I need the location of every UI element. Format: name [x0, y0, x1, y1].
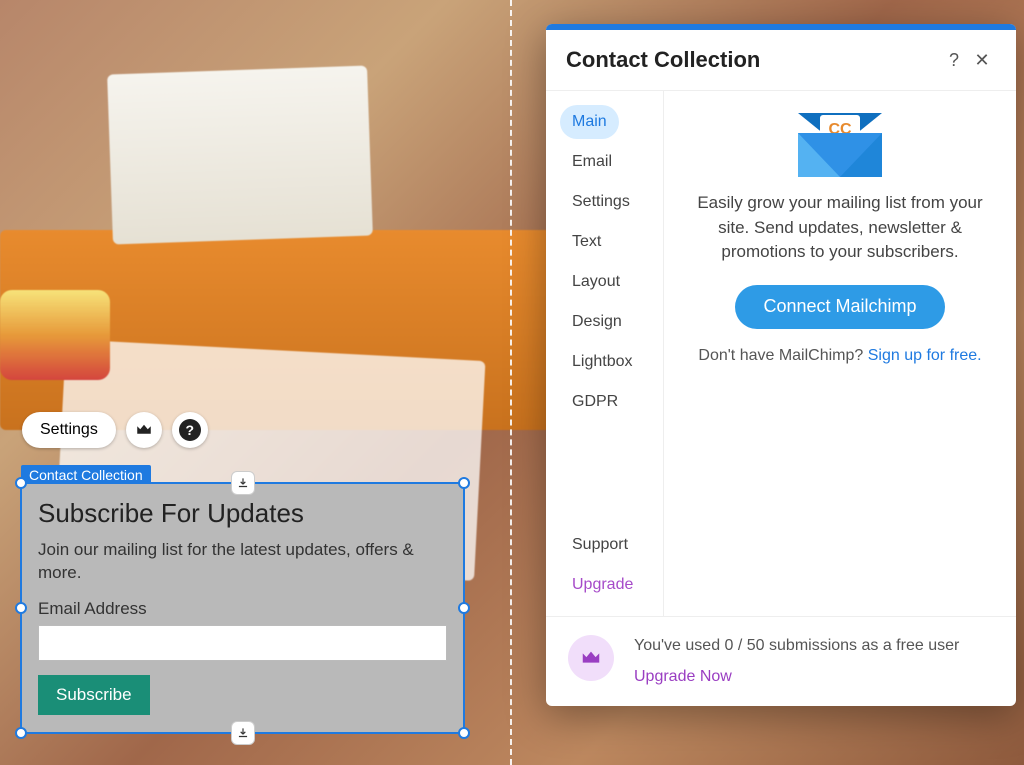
resize-handle-mr[interactable]	[458, 602, 470, 614]
footer-text: You've used 0 / 50 submissions as a free…	[634, 635, 959, 688]
signup-prefix: Don't have MailChimp?	[698, 347, 867, 364]
content-lead: Easily grow your mailing list from your …	[690, 191, 990, 265]
resize-handle-tr[interactable]	[458, 477, 470, 489]
crown-icon	[135, 421, 153, 439]
sidebar-item-email[interactable]: Email	[560, 145, 624, 179]
help-icon: ?	[179, 419, 201, 441]
panel-footer: You've used 0 / 50 submissions as a free…	[546, 616, 1016, 706]
bg-laptop	[107, 66, 373, 245]
panel-content: CC Easily grow your mailing list from yo…	[664, 91, 1016, 616]
panel-sidebar: Main Email Settings Text Layout Design L…	[546, 91, 664, 616]
signup-row: Don't have MailChimp? Sign up for free.	[690, 347, 990, 365]
crown-icon	[580, 647, 602, 669]
bg-swatches	[0, 290, 110, 380]
panel-help-button[interactable]: ?	[940, 46, 968, 74]
panel-body: Main Email Settings Text Layout Design L…	[546, 91, 1016, 616]
envelope-icon: CC	[798, 113, 882, 177]
widget-description: Join our mailing list for the latest upd…	[38, 539, 447, 585]
sidebar-item-gdpr[interactable]: GDPR	[560, 385, 630, 419]
sidebar-item-lightbox[interactable]: Lightbox	[560, 345, 645, 379]
widget-toolbar: Settings ?	[22, 412, 208, 448]
subscribe-button[interactable]: Subscribe	[38, 675, 150, 715]
upgrade-button[interactable]	[126, 412, 162, 448]
email-input[interactable]	[38, 625, 447, 661]
vertical-guide	[510, 0, 512, 765]
widget-title: Subscribe For Updates	[38, 498, 447, 529]
settings-button[interactable]: Settings	[22, 412, 116, 448]
sidebar-item-main[interactable]: Main	[560, 105, 619, 139]
connect-mailchimp-button[interactable]: Connect Mailchimp	[735, 285, 944, 329]
settings-panel: Contact Collection ? ✕ Main Email Settin…	[546, 24, 1016, 706]
panel-title: Contact Collection	[566, 47, 940, 73]
sidebar-item-layout[interactable]: Layout	[560, 265, 632, 299]
resize-handle-bl[interactable]	[15, 727, 27, 739]
sidebar-item-text[interactable]: Text	[560, 225, 613, 259]
resize-handle-tl[interactable]	[15, 477, 27, 489]
signup-link[interactable]: Sign up for free.	[868, 347, 982, 364]
sidebar-item-settings[interactable]: Settings	[560, 185, 642, 219]
resize-handle-br[interactable]	[458, 727, 470, 739]
sidebar-item-support[interactable]: Support	[560, 528, 640, 562]
sidebar-item-upgrade[interactable]: Upgrade	[560, 568, 645, 602]
download-icon	[236, 476, 250, 490]
sidebar-bottom-group: Support Upgrade	[560, 528, 663, 602]
panel-close-button[interactable]: ✕	[968, 46, 996, 74]
panel-header: Contact Collection ? ✕	[546, 30, 1016, 91]
sidebar-main-group: Main Email Settings Text Layout Design L…	[560, 105, 663, 419]
usage-text: You've used 0 / 50 submissions as a free…	[634, 637, 959, 654]
email-label: Email Address	[38, 599, 447, 619]
sidebar-item-design[interactable]: Design	[560, 305, 634, 339]
crown-badge	[568, 635, 614, 681]
spacing-handle-top[interactable]	[231, 471, 255, 495]
editor-canvas: Settings ? Contact Collection Subscribe …	[0, 0, 1024, 765]
help-button[interactable]: ?	[172, 412, 208, 448]
download-icon	[236, 726, 250, 740]
spacing-handle-bottom[interactable]	[231, 721, 255, 745]
contact-collection-widget[interactable]: Subscribe For Updates Join our mailing l…	[20, 482, 465, 734]
upgrade-now-link[interactable]: Upgrade Now	[634, 666, 959, 688]
resize-handle-ml[interactable]	[15, 602, 27, 614]
